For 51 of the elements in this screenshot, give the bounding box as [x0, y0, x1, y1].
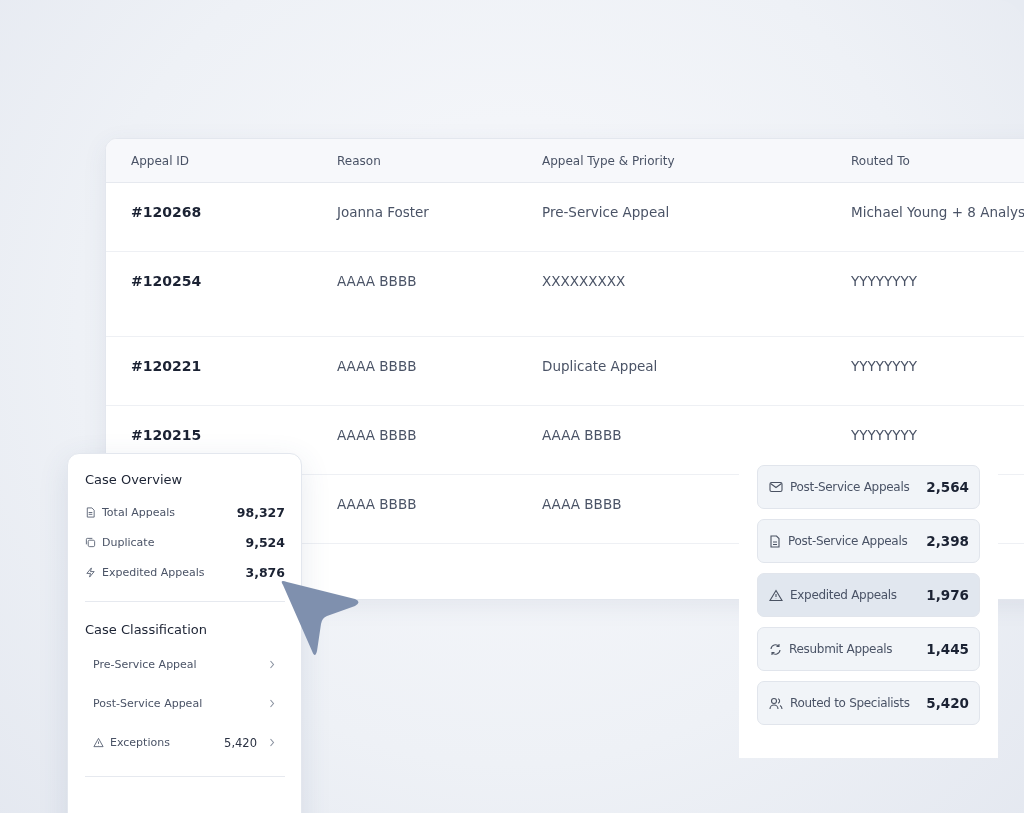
table-cell: YYYYYYYY [851, 273, 917, 289]
classification-item[interactable]: Pre-Service Appeal [85, 645, 285, 684]
column-header: Routed To [851, 153, 911, 168]
section-title: Case Classification [85, 622, 208, 637]
summary-item[interactable]: Post-Service Appeals 2,564 [757, 465, 980, 509]
stat-value: 98,327 [236, 504, 285, 520]
column-header: Appeal ID [131, 153, 191, 168]
section-title: Case Overview [85, 472, 184, 487]
stat-value: 9,524 [245, 534, 285, 550]
stat-label: Total Appeals [102, 505, 176, 519]
warning-icon [93, 737, 104, 748]
appeal-id: #120254 [131, 273, 202, 289]
mail-icon [769, 481, 783, 493]
summary-item[interactable]: Post-Service Appeals 2,398 [757, 519, 980, 563]
table-cell: AAAA BBBB [337, 496, 417, 512]
column-header: Reason [337, 153, 382, 168]
classification-item[interactable]: Exceptions 5,420 [85, 723, 285, 762]
table-cell: AAAA BBBB [542, 427, 622, 443]
table-cell: AAAA BBBB [542, 496, 622, 512]
stat-label: Duplicate [102, 535, 156, 549]
classification-item[interactable]: Post-Service Appeal [85, 684, 285, 723]
stat-value: 3,876 [245, 564, 285, 580]
table-cell: Michael Young + 8 Analys [851, 204, 1024, 220]
table-cell: Joanna Foster [337, 204, 429, 220]
table-cell: XXXXXXXXX [542, 273, 626, 289]
appeal-id: #120268 [131, 204, 202, 220]
chevron-right-icon [269, 738, 275, 747]
refresh-icon [769, 642, 782, 656]
table-cell: YYYYYYYY [851, 358, 917, 374]
appeal-id: #120221 [131, 358, 202, 374]
stat-label: Expedited Appeals [102, 565, 206, 579]
document-icon [769, 534, 781, 548]
document-icon [85, 506, 96, 518]
table-cell: Pre-Service Appeal [542, 204, 670, 220]
summary-item[interactable]: Expedited Appeals 1,976 [757, 573, 980, 617]
table-cell: AAAA BBBB [337, 273, 417, 289]
warning-icon [769, 588, 783, 602]
lightning-icon [85, 566, 96, 578]
copy-icon [85, 536, 96, 548]
table-cell: AAAA BBBB [337, 427, 417, 443]
users-icon [769, 696, 783, 710]
chevron-right-icon [269, 699, 275, 708]
table-cell: YYYYYYYY [851, 427, 917, 443]
appeal-id: #120215 [131, 427, 202, 443]
column-header: Appeal Type & Priority [542, 153, 676, 168]
summary-item[interactable]: Resubmit Appeals 1,445 [757, 627, 980, 671]
chevron-right-icon [269, 660, 275, 669]
table-cell: Duplicate Appeal [542, 358, 658, 374]
pointer-cursor-icon [279, 579, 361, 657]
summary-item[interactable]: Routed to Specialists 5,420 [757, 681, 980, 725]
table-cell: AAAA BBBB [337, 358, 417, 374]
